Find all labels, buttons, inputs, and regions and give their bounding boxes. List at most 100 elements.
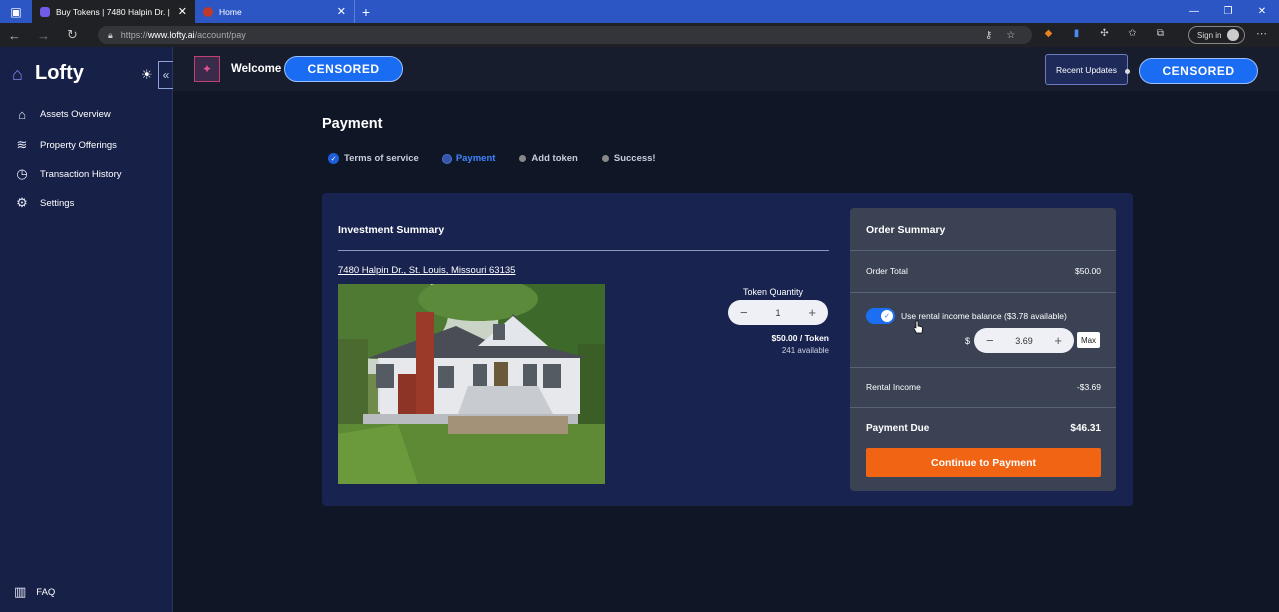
max-button[interactable]: Max [1077,332,1100,348]
sign-in-label: Sign in [1197,30,1222,40]
more-options-icon[interactable]: ⋯ [1256,27,1267,40]
use-rental-income-label: Use rental income balance ($3.78 availab… [901,311,1067,321]
sidebar-item-label: Assets Overview [40,109,111,120]
check-icon: ✓ [881,310,893,322]
sidebar-item-property-offerings[interactable]: ≋ Property Offerings [14,137,117,153]
page-title: Payment [322,116,383,132]
step-label: Add token [531,153,578,164]
continue-to-payment-button[interactable]: Continue to Payment [866,448,1101,477]
lofty-logo[interactable]: ⌂ Lofty [12,62,84,85]
key-icon[interactable]: ⚷ [985,30,992,41]
notification-dot [1125,69,1130,74]
url-text: https://www.lofty.ai/account/pay [120,30,246,40]
sidebar-item-label: Property Offerings [40,139,117,151]
sidebar-item-transaction-history[interactable]: ◷ Transaction History [14,166,121,182]
gear-icon: ⚙ [16,195,28,210]
welcome-text: Welcome [231,63,282,75]
censored-account-badge[interactable]: CENSORED [1139,58,1258,84]
increment-icon[interactable]: + [808,305,816,320]
theme-toggle-sun-icon[interactable]: ☀ [141,67,153,83]
lofty-logo-icon: ⌂ [12,63,23,84]
step-dot [519,155,527,162]
increment-icon[interactable]: + [1054,333,1062,348]
step-label: Payment [455,153,496,164]
shield-extension-icon[interactable]: ▮ [1070,27,1083,40]
forward-icon[interactable]: → [29,28,58,43]
recent-updates-button[interactable]: Recent Updates [1045,54,1128,85]
tokens-available: 241 available [781,346,829,355]
order-summary-panel: Order Summary Order Total $50.00 ✓ Use r… [850,208,1116,491]
divider [850,407,1116,408]
minimize-icon[interactable]: — [1177,0,1211,23]
currency-symbol: $ [965,336,971,346]
step-dot [442,154,451,163]
step-terms-of-service: ✓ Terms of service [328,153,419,164]
favorites-icon[interactable]: ✩ [1126,27,1139,40]
sidebar-item-settings[interactable]: ⚙ Settings [14,195,74,211]
step-dot [601,155,609,162]
payment-due-row: Payment Due $46.31 [866,423,1101,434]
hand-cursor-icon [913,320,923,334]
divider [850,250,1116,251]
close-window-icon[interactable]: ✕ [1245,0,1279,23]
order-total-row: Order Total $50.00 [866,266,1101,276]
sidebar-item-faq[interactable]: ▥ FAQ [14,584,55,600]
sidebar-item-label: FAQ [36,586,56,598]
user-badge-icon[interactable]: ✦ [194,56,220,82]
step-label: Terms of service [344,153,419,164]
tab-title: Home [219,6,242,17]
order-summary-title: Order Summary [866,224,946,236]
decrement-icon[interactable]: − [986,333,994,348]
sign-in-button[interactable]: Sign in [1188,26,1245,44]
step-add-token: Add token [519,153,578,164]
address-bar[interactable]: 🔒︎ https://www.lofty.ai/account/pay [98,26,1032,44]
use-rental-income-toggle[interactable]: ✓ [866,308,895,324]
close-tab-icon[interactable]: ✕ [178,5,187,18]
price-per-token: $50.00 / Token [771,333,829,343]
collapse-sidebar-icon[interactable]: « [158,61,173,89]
rental-income-value: -$3.69 [1076,382,1101,392]
browser-tab-home[interactable]: Home ✕ [195,0,355,23]
favorite-star-icon[interactable]: ☆ [1006,30,1015,41]
rental-income-label: Rental Income [866,382,921,392]
window-controls: — ❐ ✕ [1177,0,1279,23]
coins-icon: ≋ [16,137,28,152]
browser-tab-bar: ▣ Buy Tokens | 7480 Halpin Dr. | Lo ✕ Ho… [0,0,1279,23]
reload-icon[interactable]: ↻ [58,27,87,43]
new-tab-icon[interactable]: + [355,4,377,20]
censored-name-badge: CENSORED [284,56,403,82]
avatar [1227,29,1240,41]
decrement-icon[interactable]: − [740,305,748,320]
fox-extension-icon[interactable]: ◆ [1042,27,1055,40]
browser-tab-buy-tokens[interactable]: Buy Tokens | 7480 Halpin Dr. | Lo ✕ [32,0,195,23]
tab-actions-icon[interactable]: ▣ [0,0,32,23]
divider [850,292,1116,293]
rental-income-row: Rental Income -$3.69 [866,382,1101,392]
lock-icon: 🔒︎ [108,29,113,40]
step-success: Success! [601,153,656,164]
checkout-steps: ✓ Terms of service Payment Add token Suc… [328,153,656,164]
back-icon[interactable]: ← [0,28,29,43]
rental-amount-stepper: − 3.69 + [974,328,1074,353]
sidebar: ⌂ Lofty ☀ « ⌂ Assets Overview ≋ Property… [0,47,173,612]
sidebar-item-label: Transaction History [40,168,122,180]
tab-title: Buy Tokens | 7480 Halpin Dr. | Lo [56,6,172,17]
lofty-favicon-icon [40,6,50,17]
divider [338,250,829,251]
puzzle-extension-icon[interactable]: ✣ [1098,27,1111,40]
token-quantity-value[interactable]: 1 [775,308,780,318]
rental-amount-input[interactable]: 3.69 [1015,336,1033,346]
home-icon: ⌂ [18,107,26,122]
property-photo [338,284,605,484]
step-label: Success! [613,153,656,164]
check-icon: ✓ [328,153,339,164]
close-tab-icon[interactable]: ✕ [337,5,346,18]
property-address-link[interactable]: 7480 Halpin Dr., St. Louis, Missouri 631… [338,265,515,276]
sidebar-item-label: Settings [40,197,75,209]
collections-icon[interactable]: ⧉ [1154,27,1167,40]
book-icon: ▥ [14,584,27,599]
sidebar-item-assets-overview[interactable]: ⌂ Assets Overview [14,107,111,122]
restore-icon[interactable]: ❐ [1211,0,1245,23]
clock-icon: ◷ [16,166,28,181]
order-total-value: $50.00 [1075,266,1101,276]
